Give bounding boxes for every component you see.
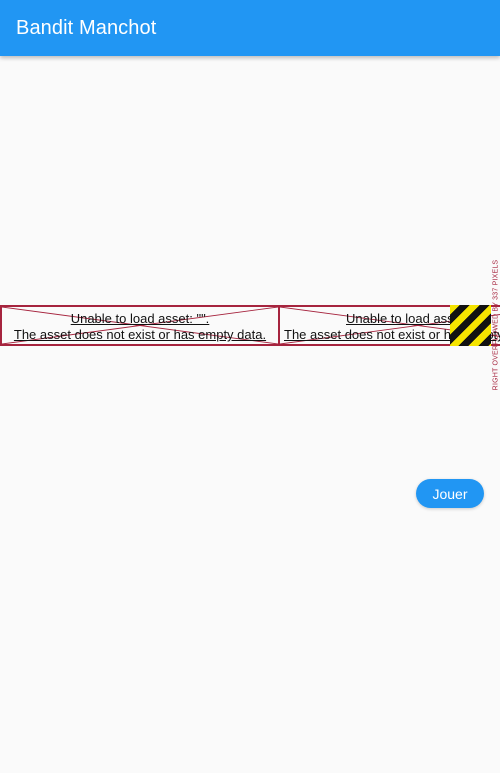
asset-error-message: The asset does not exist or has empty da… — [13, 327, 267, 342]
asset-error-box: Unable to load asset: "". The asset does… — [0, 305, 280, 346]
asset-error-title: Unable to load asset: "". — [70, 311, 210, 326]
play-button[interactable]: Jouer — [416, 479, 484, 508]
app-title: Bandit Manchot — [16, 16, 157, 39]
app-bar: Bandit Manchot — [0, 0, 500, 56]
asset-row: Unable to load asset: "". The asset does… — [0, 305, 500, 346]
overflow-hazard-stripes — [450, 305, 491, 346]
overflow-warning-label: RIGHT OVERFLOWED BY 337 PIXELS — [492, 259, 500, 391]
